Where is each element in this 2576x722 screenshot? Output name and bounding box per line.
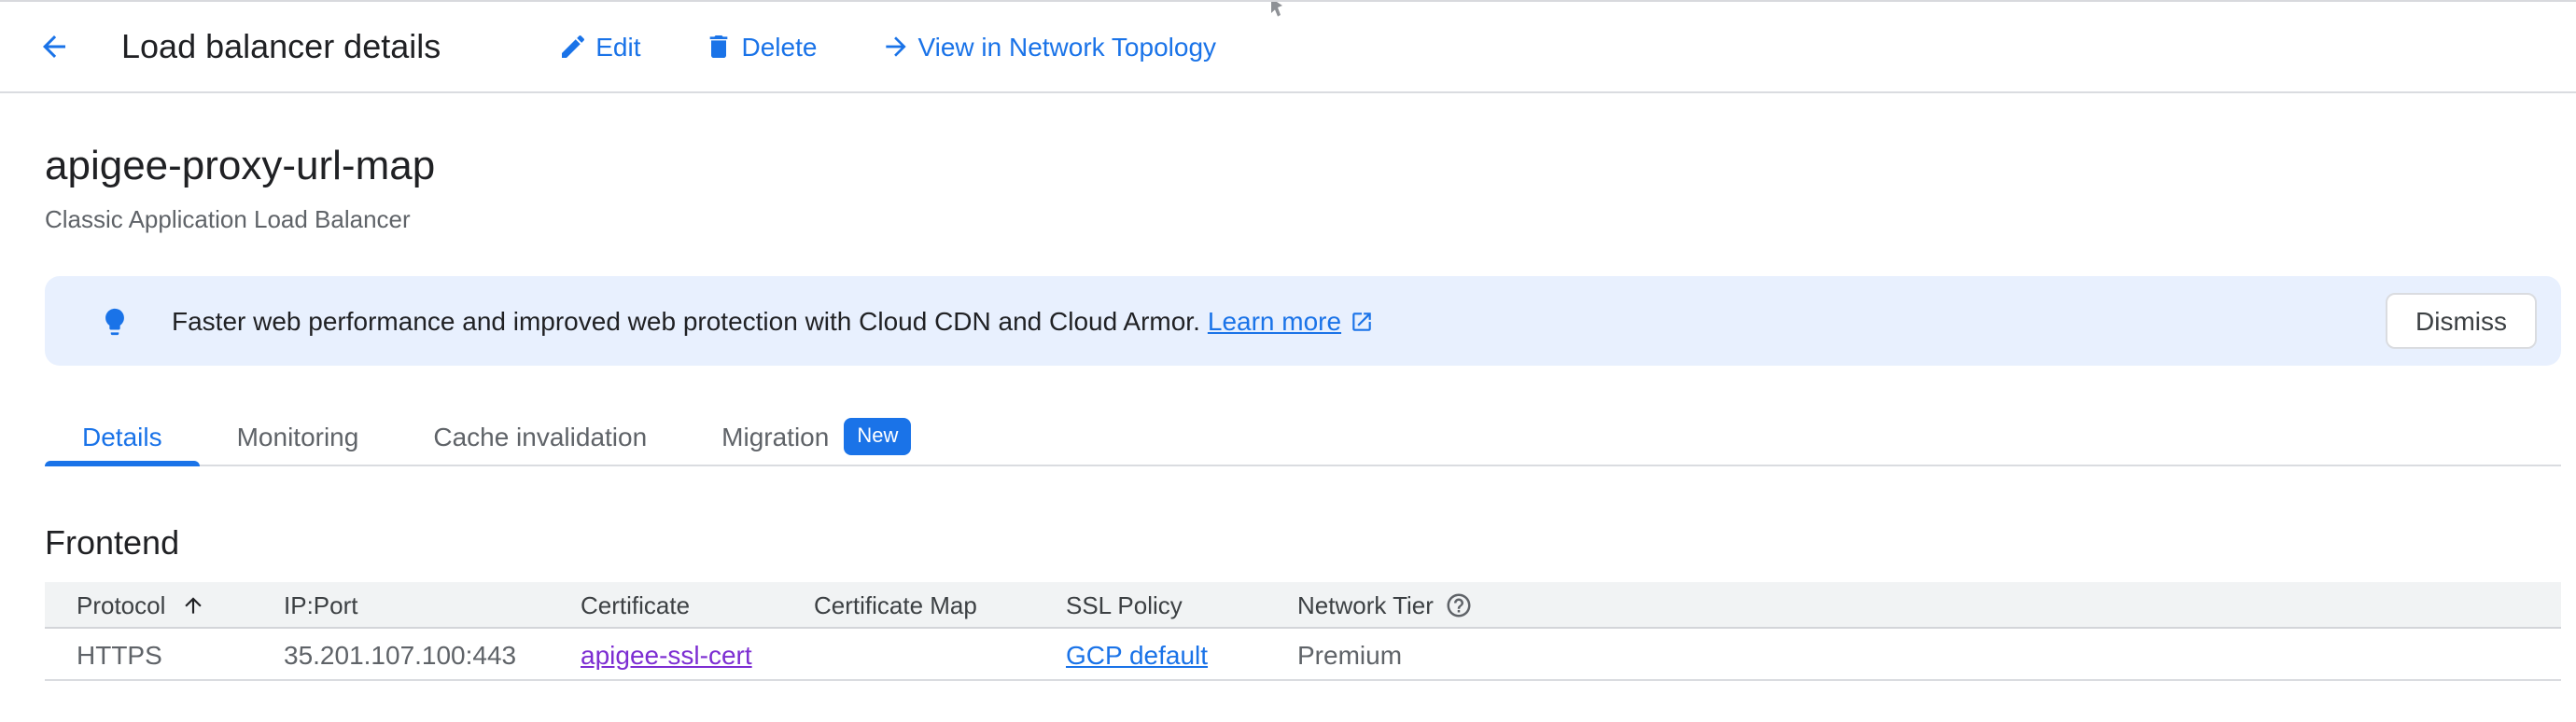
arrow-forward-icon <box>880 32 910 62</box>
view-in-network-topology-label: View in Network Topology <box>917 32 1216 62</box>
cell-network-tier: Premium <box>1297 639 2561 669</box>
lightbulb-icon <box>99 305 131 337</box>
topbar-title: Load balancer details <box>121 27 441 66</box>
edit-button[interactable]: Edit <box>558 32 640 62</box>
help-icon[interactable] <box>1445 590 1473 618</box>
certificate-link[interactable]: apigee-ssl-cert <box>581 639 752 669</box>
page-title: apigee-proxy-url-map <box>45 140 2561 192</box>
frontend-table: Protocol IP:Port Certificate Certificate… <box>45 582 2561 681</box>
view-in-network-topology-button[interactable]: View in Network Topology <box>880 32 1216 62</box>
column-header-ip-port[interactable]: IP:Port <box>284 590 581 618</box>
frontend-heading: Frontend <box>45 522 2561 563</box>
cdn-promo-banner: Faster web performance and improved web … <box>45 276 2561 366</box>
trash-icon <box>705 32 735 62</box>
new-badge: New <box>844 417 911 454</box>
dismiss-button[interactable]: Dismiss <box>2386 293 2537 349</box>
column-header-ssl-policy[interactable]: SSL Policy <box>1066 590 1297 618</box>
column-header-network-tier[interactable]: Network Tier <box>1297 590 2561 618</box>
tab-migration[interactable]: Migration New <box>684 405 948 466</box>
pencil-icon <box>558 32 588 62</box>
external-link-icon <box>1349 309 1373 333</box>
delete-button-label: Delete <box>742 32 818 62</box>
banner-message: Faster web performance and improved web … <box>172 306 1373 336</box>
tab-details[interactable]: Details <box>45 405 200 466</box>
frontend-table-header: Protocol IP:Port Certificate Certificate… <box>45 582 2561 629</box>
frontend-table-row: HTTPS 35.201.107.100:443 apigee-ssl-cert… <box>45 629 2561 681</box>
tab-cache-invalidation[interactable]: Cache invalidation <box>396 405 684 466</box>
delete-button[interactable]: Delete <box>705 32 818 62</box>
back-button[interactable] <box>37 30 71 63</box>
ssl-policy-link[interactable]: GCP default <box>1066 639 1208 669</box>
topbar-actions: Edit Delete View in Network Topology <box>558 32 1216 62</box>
main-content: apigee-proxy-url-map Classic Application… <box>0 140 2576 681</box>
tab-bar: Details Monitoring Cache invalidation Mi… <box>45 405 2561 466</box>
cell-ip-port: 35.201.107.100:443 <box>284 639 581 669</box>
page-subtitle: Classic Application Load Balancer <box>45 205 2561 235</box>
learn-more-link[interactable]: Learn more <box>1208 306 1373 336</box>
arrow-back-icon <box>37 30 71 63</box>
tab-monitoring[interactable]: Monitoring <box>200 405 397 466</box>
column-header-certificate[interactable]: Certificate <box>581 590 814 618</box>
load-balancer-details-page: Load balancer details Edit Delete View i… <box>0 0 2576 722</box>
cell-protocol: HTTPS <box>45 639 284 669</box>
sort-ascending-icon <box>180 592 204 617</box>
column-header-certificate-map[interactable]: Certificate Map <box>814 590 1066 618</box>
topbar: Load balancer details Edit Delete View i… <box>0 2 2576 93</box>
column-header-protocol[interactable]: Protocol <box>45 590 284 618</box>
edit-button-label: Edit <box>595 32 640 62</box>
mouse-cursor <box>1267 0 1286 28</box>
